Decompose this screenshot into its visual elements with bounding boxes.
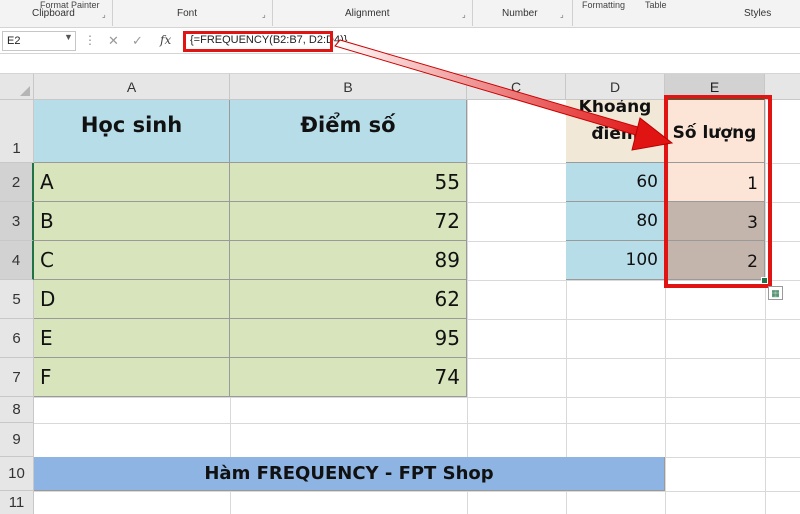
arrow-shaft xyxy=(334,39,649,139)
arrow-head xyxy=(631,117,674,151)
pointer-arrow-icon xyxy=(334,39,674,151)
